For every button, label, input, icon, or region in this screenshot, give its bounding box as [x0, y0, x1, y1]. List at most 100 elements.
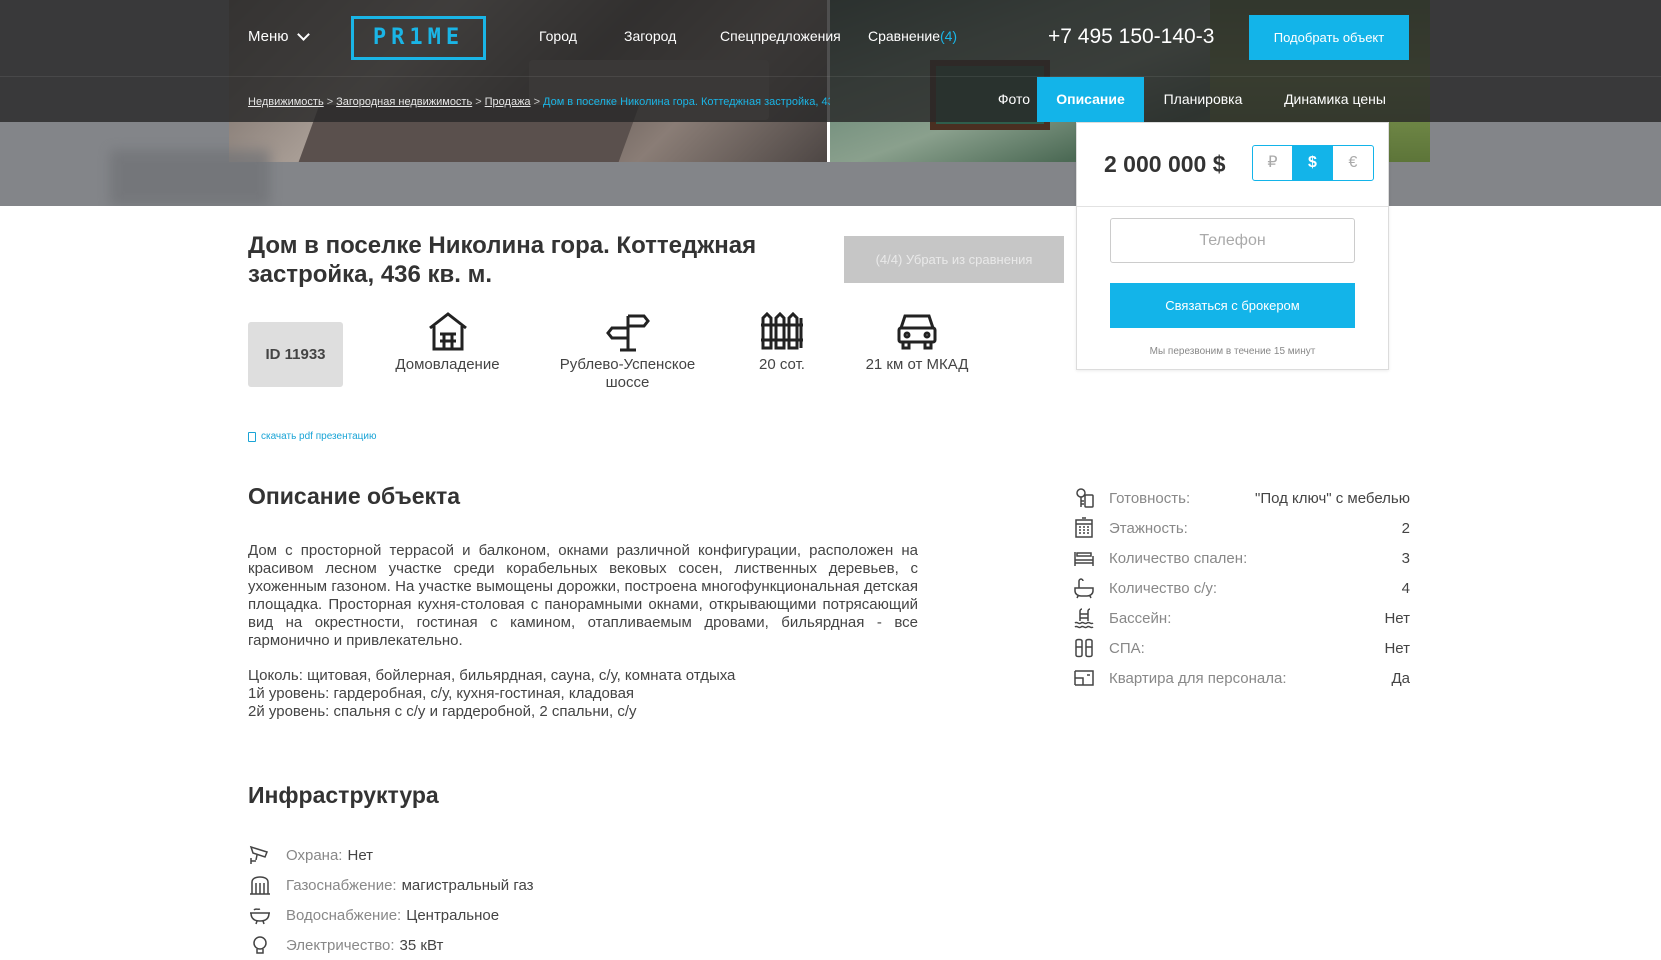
spec-floors-label: Этажность: — [1109, 519, 1188, 537]
electricity-icon — [253, 936, 267, 954]
spec-bedrooms: Количество спален: 3 — [1073, 543, 1410, 573]
listing-id-badge: ID 11933 — [248, 322, 343, 387]
tab-price-dynamics[interactable]: Динамика цены — [1276, 77, 1394, 122]
feature-distance: 21 км от МКАД — [852, 310, 982, 374]
nav-compare[interactable]: Сравнение(4) — [868, 28, 957, 44]
infrastructure-list: Охрана: Нет Газоснабжение: магистральный… — [248, 840, 748, 960]
security-camera-icon — [249, 845, 268, 864]
level-first: 1й уровень: гардеробная, с/у, кухня-гост… — [248, 685, 635, 702]
logo[interactable]: PR1ME — [351, 16, 486, 60]
breadcrumb-separator: > — [326, 96, 334, 108]
phone-input[interactable] — [1110, 218, 1355, 263]
level-second: 2й уровень: спальня с с/у и гардеробной,… — [248, 703, 637, 720]
spec-bedrooms-label: Количество спален: — [1109, 549, 1248, 567]
feature-property-type-label: Домовладение — [395, 356, 500, 373]
breadcrumb-item-country-realty[interactable]: Загородная недвижимость — [336, 96, 472, 108]
feature-property-type: Домовладение — [380, 310, 515, 374]
infra-security: Охрана: Нет — [248, 840, 748, 870]
feature-highway-label: Рублево-Успенское шоссе — [559, 356, 696, 391]
car-icon — [897, 314, 937, 350]
feature-plot-area-label: 20 сот. — [759, 356, 805, 373]
breadcrumb-item-sale[interactable]: Продажа — [485, 96, 531, 108]
spec-readiness: Готовность: "Под ключ" с мебелью — [1073, 483, 1410, 513]
nav-compare-label: Сравнение — [868, 28, 940, 44]
feature-plot-area: 20 сот. — [742, 310, 822, 374]
download-pdf-label: скачать pdf презентацию — [261, 431, 377, 442]
spec-spa: СПА: Нет — [1073, 633, 1410, 663]
breadcrumb-item-realty[interactable]: Недвижимость — [248, 96, 324, 108]
breadcrumb-current: Дом в поселке Николина гора. Коттеджная … — [543, 96, 830, 108]
spec-readiness-label: Готовность: — [1109, 489, 1191, 507]
description-heading: Описание объекта — [248, 483, 461, 509]
spec-bedrooms-value: 3 — [1401, 549, 1410, 567]
currency-switcher: ₽ $ € — [1252, 145, 1374, 181]
header-phone[interactable]: +7 495 150-140-3 — [1048, 25, 1214, 49]
bed-icon — [1074, 552, 1094, 566]
spec-readiness-value: "Под ключ" с мебелью — [1255, 489, 1410, 507]
remove-from-compare-button[interactable]: (4/4) Убрать из сравнения — [844, 236, 1064, 283]
pool-icon — [1074, 608, 1094, 629]
feature-highway: Рублево-Успенское шоссе — [545, 310, 710, 392]
level-basement: Цоколь: щитовая, бойлерная, бильярдная, … — [248, 667, 736, 684]
spec-spa-value: Нет — [1384, 639, 1410, 657]
spec-staff-room: Квартира для персонала: Да — [1073, 663, 1410, 693]
breadcrumb: Недвижимость > Загородная недвижимость > Про… — [248, 96, 830, 108]
price-row: 2 000 000 $ ₽ $ € — [1077, 123, 1388, 207]
staff-room-icon — [1074, 670, 1094, 686]
bathtub-icon — [1074, 578, 1094, 599]
water-icon — [250, 908, 270, 925]
breadcrumb-separator: > — [475, 96, 482, 108]
top-navigation: Меню PR1ME Город Загород Спецпредложения… — [0, 0, 1661, 77]
infra-water: Водоснабжение: Центральное — [248, 900, 748, 930]
spec-floors-value: 2 — [1401, 519, 1410, 537]
building-icon — [1075, 517, 1093, 538]
listing-title: Дом в поселке Николина гора. Коттеджная … — [248, 232, 757, 288]
currency-usd-button[interactable]: $ — [1293, 146, 1333, 180]
infra-gas-value: магистральный газ — [401, 876, 534, 894]
menu-button[interactable]: Меню — [248, 27, 310, 45]
breadcrumb-separator: > — [533, 96, 540, 108]
spec-pool-value: Нет — [1384, 609, 1410, 627]
find-object-button[interactable]: Подобрать объект — [1249, 15, 1409, 60]
spec-staff-room-value: Да — [1391, 669, 1410, 687]
feature-distance-label: 21 км от МКАД — [865, 356, 969, 373]
description-body: Дом с просторной террасой и балконом, ок… — [248, 542, 918, 721]
currency-rub-button[interactable]: ₽ — [1253, 146, 1293, 180]
infra-security-value: Нет — [347, 846, 374, 864]
gas-icon — [250, 876, 270, 895]
currency-eur-button[interactable]: € — [1333, 146, 1373, 180]
nav-city[interactable]: Город — [539, 28, 577, 44]
infrastructure-heading: Инфраструктура — [248, 782, 439, 808]
price-value: 2 000 000 $ — [1104, 151, 1226, 177]
infra-electricity-label: Электричество: — [286, 936, 395, 954]
chevron-down-icon — [296, 27, 310, 41]
fence-icon — [761, 311, 803, 350]
infra-gas-label: Газоснабжение: — [286, 876, 397, 894]
nav-country[interactable]: Загород — [624, 28, 676, 44]
infra-security-label: Охрана: — [286, 846, 343, 864]
document-icon — [248, 431, 256, 442]
menu-label: Меню — [248, 28, 289, 45]
compare-count-badge: (4) — [939, 28, 958, 44]
spec-floors: Этажность: 2 — [1073, 513, 1410, 543]
signpost-icon — [605, 314, 650, 352]
download-pdf-link[interactable]: скачать pdf презентацию — [248, 431, 376, 442]
description-levels: Цоколь: щитовая, бойлерная, бильярдная, … — [248, 667, 918, 721]
keys-icon — [1076, 488, 1094, 508]
price-card: 2 000 000 $ ₽ $ € Связаться с брокером М… — [1076, 122, 1389, 370]
tab-layout[interactable]: Планировка — [1153, 77, 1253, 122]
spec-staff-room-label: Квартира для персонала: — [1109, 669, 1287, 687]
callback-note: Мы перезвоним в течение 15 минут — [1149, 346, 1316, 357]
spec-spa-label: СПА: — [1109, 639, 1145, 657]
nav-special-offers[interactable]: Спецпредложения — [720, 28, 841, 44]
spa-icon — [1075, 638, 1093, 658]
infra-water-label: Водоснабжение: — [286, 906, 402, 924]
tab-description[interactable]: Описание — [1037, 77, 1144, 122]
spec-bathrooms-label: Количество с/у: — [1109, 579, 1218, 597]
house-icon — [428, 312, 467, 351]
property-specs: Готовность: "Под ключ" с мебелью Этажнос… — [1073, 483, 1410, 693]
infra-electricity-value: 35 кВт — [399, 936, 444, 954]
infra-electricity: Электричество: 35 кВт — [248, 930, 748, 960]
contact-broker-button[interactable]: Связаться с брокером — [1110, 283, 1355, 328]
spec-bathrooms: Количество с/у: 4 — [1073, 573, 1410, 603]
